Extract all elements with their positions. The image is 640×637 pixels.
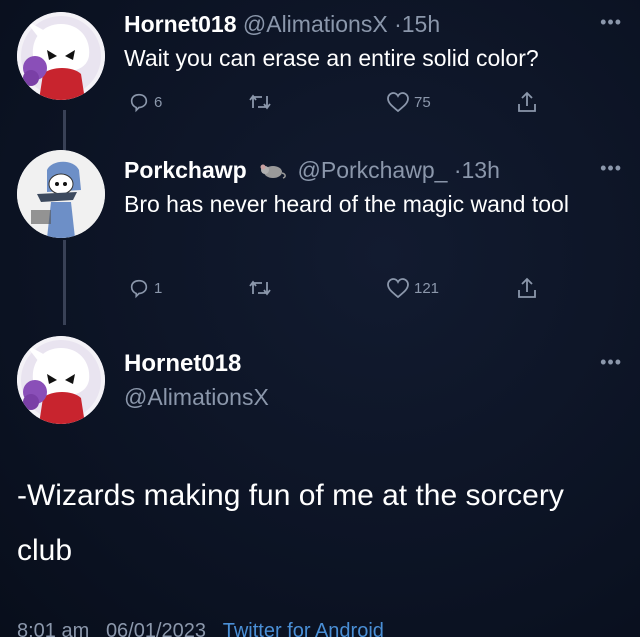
reply-count: 6 xyxy=(154,93,163,111)
display-name[interactable]: Hornet018 xyxy=(124,11,236,37)
mouse-emoji-icon xyxy=(260,164,286,179)
like-count: 75 xyxy=(414,93,431,111)
timestamp[interactable]: 15h xyxy=(402,11,440,37)
share-icon xyxy=(518,91,536,112)
tweet-actions: 6 75 xyxy=(124,88,564,116)
tweet-time: 8:01 am xyxy=(17,620,90,637)
share-icon xyxy=(518,277,536,298)
user-handle[interactable]: @AlimationsX xyxy=(124,384,269,411)
user-handle[interactable]: @Porkchawp_ xyxy=(298,157,448,183)
display-name[interactable]: Hornet018 xyxy=(124,350,241,378)
separator-dot: · xyxy=(394,11,402,37)
tweet-reply-2[interactable]: Porkchawp @Porkchawp_ ·13h ••• Bro has n… xyxy=(0,150,640,330)
share-button[interactable] xyxy=(516,274,538,302)
display-name[interactable]: Porkchawp xyxy=(124,157,247,183)
reply-count: 1 xyxy=(154,279,163,297)
more-icon[interactable]: ••• xyxy=(600,158,622,179)
tweet-reply-1[interactable]: Hornet018 @AlimationsX ·15h ••• Wait you… xyxy=(0,0,640,130)
like-count: 121 xyxy=(414,279,440,297)
more-icon[interactable]: ••• xyxy=(600,352,622,373)
hornet-avatar-image xyxy=(17,12,105,100)
share-button[interactable] xyxy=(516,88,538,116)
avatar-hornet[interactable] xyxy=(17,336,105,424)
thread-view: Hornet018 @AlimationsX ·15h ••• Wait you… xyxy=(0,0,640,637)
main-tweet: Hornet018 @AlimationsX ••• -Wizards maki… xyxy=(0,330,640,637)
like-icon xyxy=(387,92,409,113)
tweet-meta-footer: 8:01 am 06/01/2023 Twitter for Android xyxy=(17,620,384,637)
tweet-client-link[interactable]: Twitter for Android xyxy=(223,620,384,637)
reply-icon xyxy=(130,279,148,299)
tweet-text: Bro has never heard of the magic wand to… xyxy=(124,191,569,217)
reply-button[interactable]: 1 xyxy=(128,274,162,302)
reply-button[interactable]: 6 xyxy=(128,88,162,116)
avatar-hornet[interactable] xyxy=(17,12,105,100)
hornet-avatar-image xyxy=(17,336,105,424)
retweet-icon xyxy=(249,94,271,110)
user-handle[interactable]: @AlimationsX xyxy=(243,11,388,37)
like-button[interactable]: 121 xyxy=(386,274,439,302)
tweet-actions: 1 121 xyxy=(124,274,564,302)
tweet-date: 06/01/2023 xyxy=(105,620,207,637)
retweet-icon xyxy=(249,280,271,296)
like-icon xyxy=(387,278,409,299)
avatar-porkchawp[interactable] xyxy=(17,150,105,238)
main-tweet-text: -Wizards making fun of me at the sorcery… xyxy=(17,479,564,567)
tweet-text: Wait you can erase an entire solid color… xyxy=(124,45,539,71)
retweet-button[interactable] xyxy=(248,88,272,116)
more-icon[interactable]: ••• xyxy=(600,12,622,33)
retweet-button[interactable] xyxy=(248,274,272,302)
timestamp[interactable]: 13h xyxy=(461,157,499,183)
tweet-header: Hornet018 @AlimationsX ·15h xyxy=(124,10,440,38)
tweet-header: Porkchawp @Porkchawp_ ·13h xyxy=(124,156,500,184)
like-button[interactable]: 75 xyxy=(386,88,431,116)
porkchawp-avatar-image xyxy=(17,150,105,238)
reply-icon xyxy=(130,93,148,113)
